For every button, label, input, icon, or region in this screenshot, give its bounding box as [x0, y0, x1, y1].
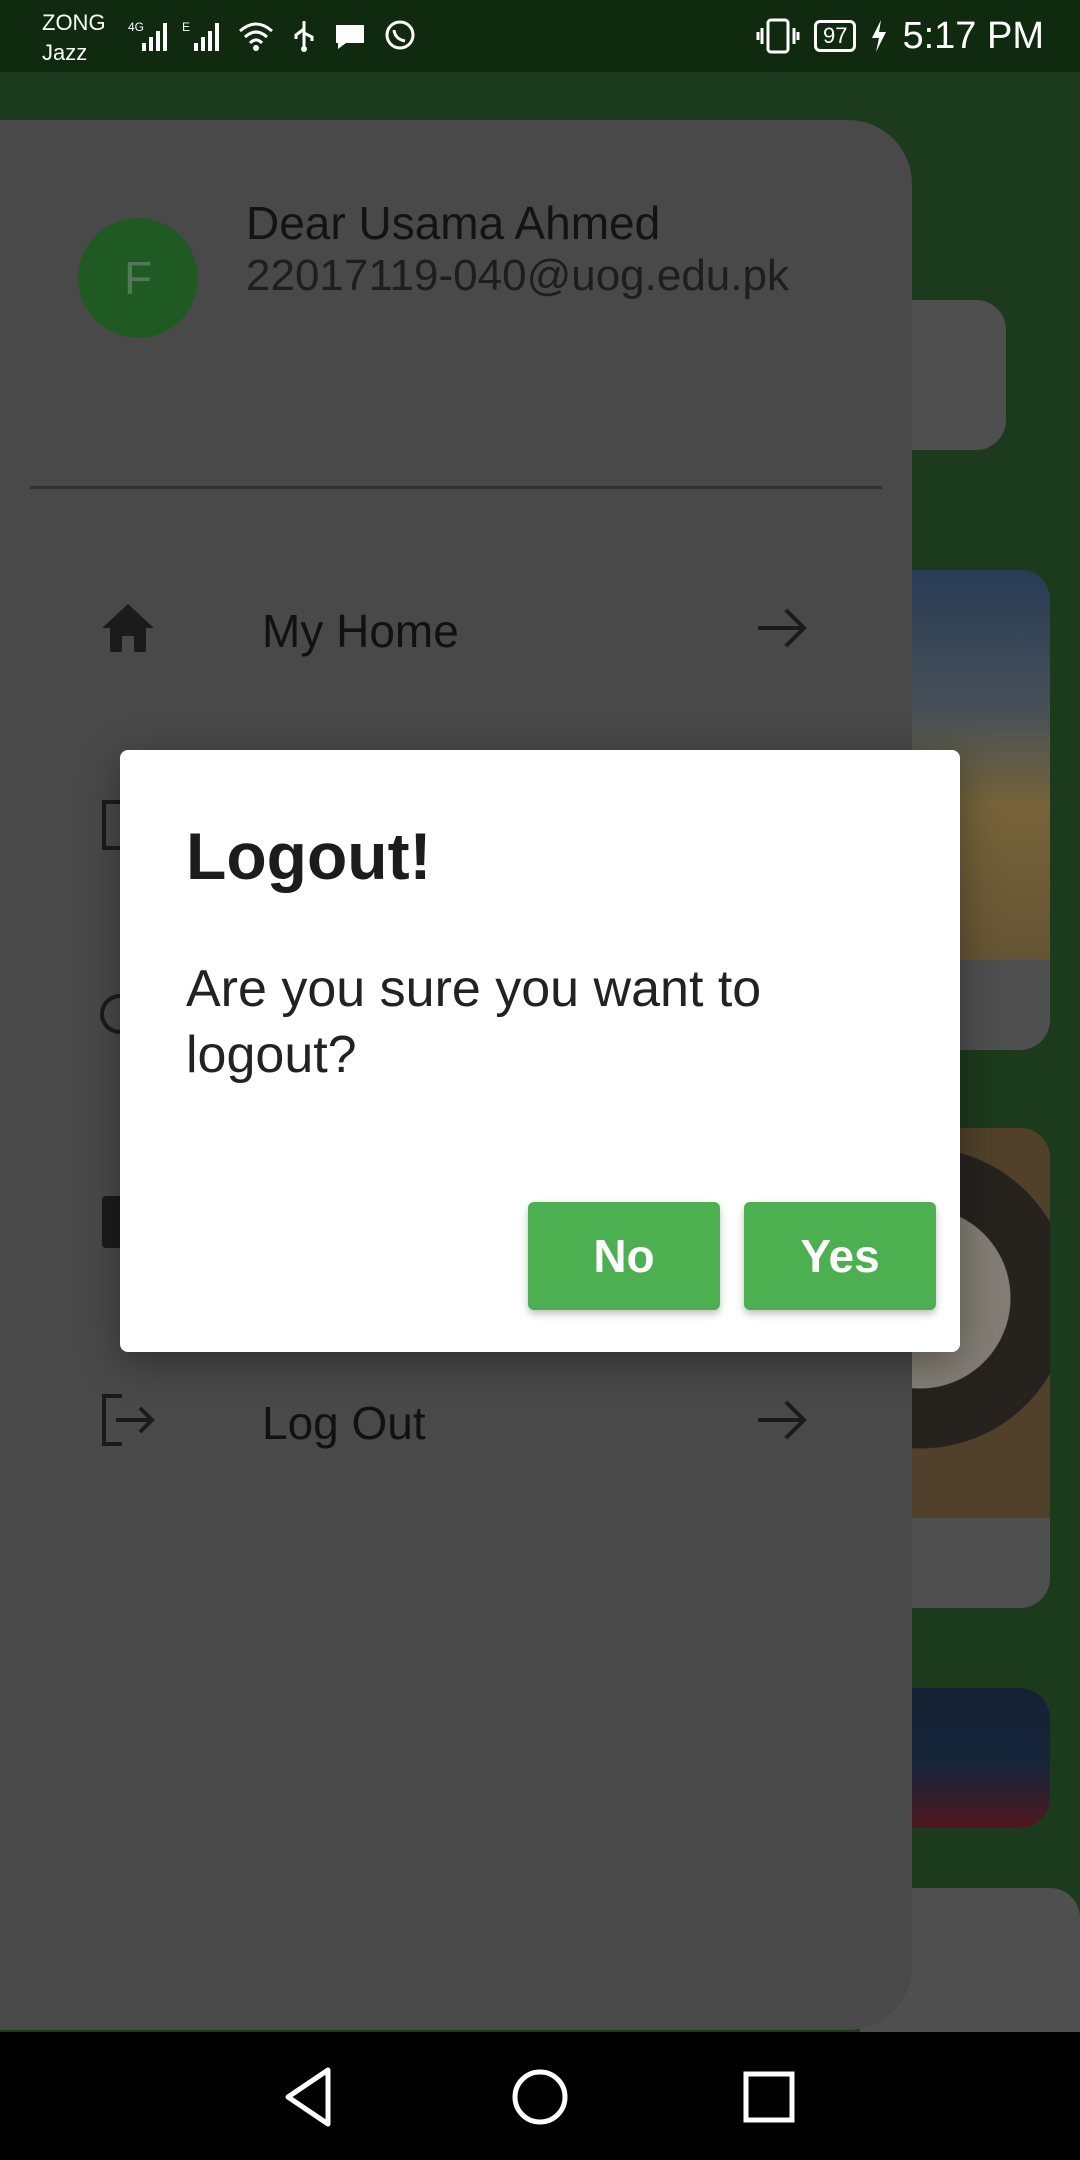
signal-4g-icon: 4G [128, 20, 167, 51]
no-button[interactable]: No [528, 1202, 720, 1310]
notification-icons: 4G E [128, 14, 418, 58]
dialog-message: Are you sure you want to logout? [186, 960, 762, 1084]
svg-text:4G: 4G [128, 20, 144, 34]
system-navigation-bar [0, 2032, 1080, 2160]
logout-dialog: Logout! Are you sure you want to logout?… [120, 750, 960, 1352]
carrier-secondary: Jazz [42, 40, 88, 65]
message-icon [336, 25, 364, 49]
vibrate-icon [756, 18, 800, 54]
status-bar: ZONG Jazz 4G E 97 5:17 PM [0, 0, 1080, 72]
carrier-primary: ZONG [42, 10, 106, 35]
signal-e-icon: E [182, 20, 219, 51]
battery-icon: 97 [813, 20, 857, 52]
clock-time: 5:17 PM [902, 14, 1044, 57]
yes-button[interactable]: Yes [744, 1202, 936, 1310]
carrier-info: ZONG Jazz [42, 8, 106, 68]
svg-text:E: E [182, 20, 190, 34]
home-circle-icon[interactable] [505, 2062, 575, 2132]
wifi-icon [239, 22, 273, 51]
charging-icon [872, 20, 887, 52]
back-icon[interactable] [274, 2062, 344, 2132]
whatsapp-icon [385, 20, 415, 50]
dialog-title: Logout! [186, 819, 432, 893]
usb-icon [294, 21, 314, 52]
recents-icon[interactable] [734, 2062, 804, 2132]
system-status: 97 5:17 PM [756, 10, 1044, 62]
